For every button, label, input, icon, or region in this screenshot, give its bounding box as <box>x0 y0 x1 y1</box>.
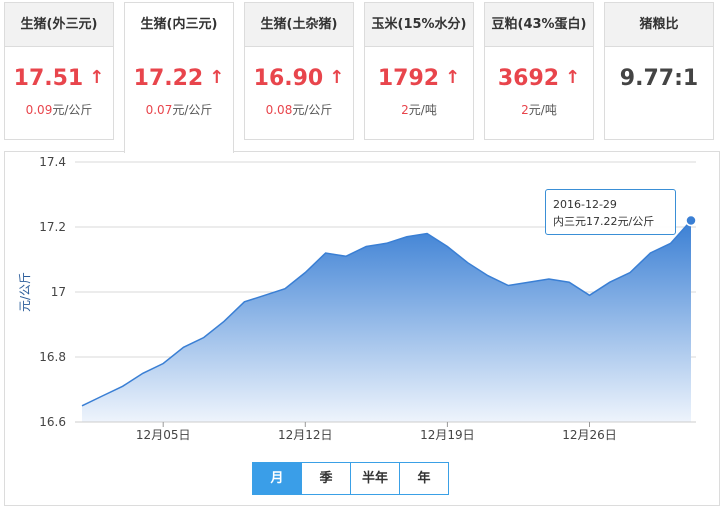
chart-tooltip: 2016-12-29 内三元17.22元/公斤 <box>545 189 676 235</box>
card-price-value: 17.22 <box>133 66 204 91</box>
card-pig-nei-san-yuan[interactable]: 生猪(内三元) 17.22 ↑ 0.07元/公斤 <box>124 2 234 153</box>
tab-quarter[interactable]: 季 <box>301 462 351 495</box>
price-area-chart: 17.4 17.2 17 16.8 16.6 12月05日 12月12日 12月19日 12月2… <box>18 155 697 442</box>
data-point-last[interactable] <box>685 214 697 227</box>
card-price: 17.22 ↑ <box>125 66 233 91</box>
period-tabs: 月 季 半年 年 <box>252 462 449 495</box>
card-change-value: 0.07 <box>145 103 173 117</box>
y-axis-label: 元/公斤 <box>18 272 32 312</box>
tab-month[interactable]: 月 <box>252 462 302 495</box>
card-title: 生猪(内三元) <box>125 3 233 47</box>
x-tick-label: 12月26日 <box>562 428 617 442</box>
tab-half-year[interactable]: 半年 <box>350 462 400 495</box>
y-tick-label: 17.2 <box>39 220 66 234</box>
x-tick-label: 12月05日 <box>136 428 191 442</box>
card-change-unit: 元/公斤 <box>172 103 213 117</box>
x-tick-label: 12月12日 <box>278 428 333 442</box>
tab-year[interactable]: 年 <box>399 462 449 495</box>
tooltip-text: 内三元17.22元/公斤 <box>553 215 655 228</box>
y-tick-label: 17.4 <box>39 155 66 169</box>
series-area <box>82 220 691 422</box>
tooltip-date: 2016-12-29 <box>553 198 617 211</box>
y-tick-label: 16.8 <box>39 350 66 364</box>
up-arrow-icon: ↑ <box>209 67 225 88</box>
y-tick-label: 16.6 <box>39 415 66 429</box>
x-tick-label: 12月19日 <box>420 428 475 442</box>
card-change: 0.07元/公斤 <box>125 101 233 118</box>
y-tick-label: 17 <box>51 285 66 299</box>
